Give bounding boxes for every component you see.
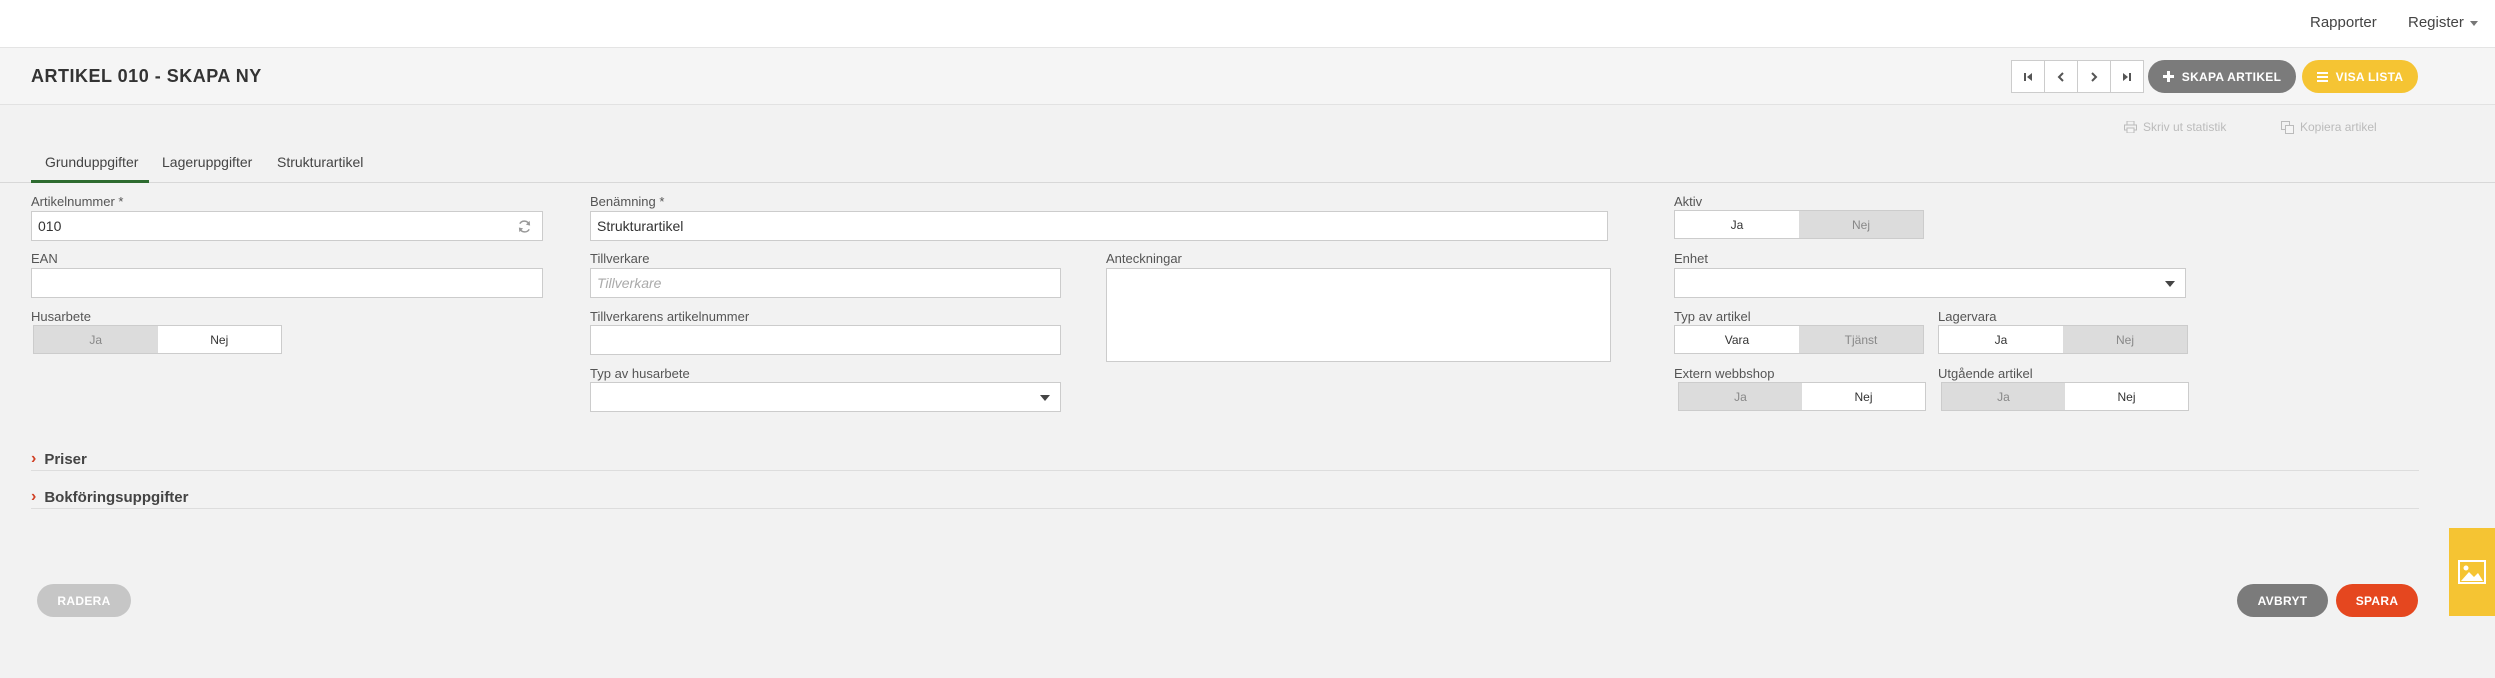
chevron-down-icon xyxy=(1040,395,1050,401)
first-page-icon xyxy=(2024,72,2032,81)
tab-divider xyxy=(0,182,2495,183)
active-tab-indicator xyxy=(31,180,149,183)
active-label: Aktiv xyxy=(1674,194,1703,209)
show-list-button[interactable]: VISA LISTA xyxy=(2302,60,2418,93)
image-icon xyxy=(2458,560,2486,584)
article-number-value: 010 xyxy=(38,218,62,234)
active-no-option[interactable]: Nej xyxy=(1799,211,1923,238)
name-label: Benämning * xyxy=(590,194,665,209)
husarbete-no-option[interactable]: Nej xyxy=(157,326,281,353)
print-icon xyxy=(2124,121,2137,133)
unit-label: Enhet xyxy=(1674,251,1708,266)
outgoing-article-toggle: Ja Nej xyxy=(1941,382,2189,411)
outgoing-article-label: Utgående artikel xyxy=(1938,366,2033,381)
name-value: Strukturartikel xyxy=(597,218,684,234)
tab-strukturartikel[interactable]: Strukturartikel xyxy=(277,154,363,170)
husarbete-toggle: Ja Nej xyxy=(33,325,282,354)
manufacturer-input[interactable]: Tillverkare xyxy=(590,268,1061,298)
chevron-right-icon: › xyxy=(31,450,37,467)
tab-grunduppgifter[interactable]: Grunduppgifter xyxy=(45,154,138,170)
page-background xyxy=(0,48,2495,678)
last-record-button[interactable] xyxy=(2110,60,2144,93)
external-webshop-no-option[interactable]: Nej xyxy=(1802,383,1925,410)
last-page-icon xyxy=(2123,72,2131,81)
name-input[interactable]: Strukturartikel xyxy=(590,211,1608,241)
create-article-button[interactable]: SKAPA ARTIKEL xyxy=(2148,60,2296,93)
unit-select[interactable] xyxy=(1674,268,2186,298)
save-button[interactable]: SPARA xyxy=(2336,584,2418,617)
manufacturer-label: Tillverkare xyxy=(590,251,650,266)
stock-item-yes-option[interactable]: Ja xyxy=(1939,326,2063,353)
external-webshop-yes-option[interactable]: Ja xyxy=(1679,383,1802,410)
nav-register-label: Register xyxy=(2408,14,2464,31)
chevron-right-icon: › xyxy=(31,488,37,505)
notes-label: Anteckningar xyxy=(1106,251,1182,266)
husarbete-type-select[interactable] xyxy=(590,382,1061,412)
stock-item-toggle: Ja Nej xyxy=(1938,325,2188,354)
image-panel-tab[interactable] xyxy=(2449,528,2495,616)
article-number-input[interactable]: 010 xyxy=(31,211,543,241)
tab-lageruppgifter[interactable]: Lageruppgifter xyxy=(162,154,252,170)
ean-label: EAN xyxy=(31,251,58,266)
print-statistics-link[interactable]: Skriv ut statistik xyxy=(2124,120,2226,134)
section-divider xyxy=(31,508,2419,509)
create-article-label: SKAPA ARTIKEL xyxy=(2181,69,2282,84)
next-icon xyxy=(2091,71,2098,82)
external-webshop-label: Extern webbshop xyxy=(1674,366,1775,381)
prev-icon xyxy=(2057,71,2064,82)
outgoing-article-yes-option[interactable]: Ja xyxy=(1942,383,2065,410)
copy-article-link[interactable]: Kopiera artikel xyxy=(2281,120,2377,134)
top-navbar: Rapporter Register xyxy=(0,0,2495,48)
external-webshop-toggle: Ja Nej xyxy=(1678,382,1926,411)
outgoing-article-no-option[interactable]: Nej xyxy=(2065,383,2188,410)
plus-icon xyxy=(2162,71,2174,82)
accounting-section-toggle[interactable]: › Bokföringsuppgifter xyxy=(31,488,188,506)
page-title: ARTIKEL 010 - SKAPA NY xyxy=(31,66,262,86)
copy-icon xyxy=(2281,120,2294,134)
print-statistics-label: Skriv ut statistik xyxy=(2143,120,2227,134)
article-type-label: Typ av artikel xyxy=(1674,309,1751,324)
cancel-button[interactable]: AVBRYT xyxy=(2237,584,2328,617)
manufacturer-article-number-input[interactable] xyxy=(590,325,1061,355)
copy-article-label: Kopiera artikel xyxy=(2300,120,2377,134)
chevron-down-icon xyxy=(2165,281,2175,287)
list-icon xyxy=(2316,71,2328,82)
notes-textarea[interactable] xyxy=(1106,268,1611,362)
refresh-icon[interactable] xyxy=(517,219,532,234)
article-type-service-option[interactable]: Tjänst xyxy=(1799,326,1923,353)
article-type-goods-option[interactable]: Vara xyxy=(1675,326,1799,353)
stock-item-label: Lagervara xyxy=(1938,309,1997,324)
accounting-section-title: Bokföringsuppgifter xyxy=(44,488,189,506)
delete-button[interactable]: RADERA xyxy=(37,584,131,617)
nav-register-dropdown[interactable]: Register xyxy=(2408,14,2478,31)
show-list-label: VISA LISTA xyxy=(2335,69,2404,84)
active-yes-option[interactable]: Ja xyxy=(1675,211,1799,238)
manufacturer-placeholder: Tillverkare xyxy=(597,275,662,291)
chevron-down-icon xyxy=(2469,20,2478,26)
active-toggle: Ja Nej xyxy=(1674,210,1924,239)
article-number-label: Artikelnummer * xyxy=(31,194,124,209)
next-record-button[interactable] xyxy=(2077,60,2111,93)
ean-input[interactable] xyxy=(31,268,543,298)
stock-item-no-option[interactable]: Nej xyxy=(2063,326,2187,353)
prices-section-toggle[interactable]: › Priser xyxy=(31,450,87,468)
nav-reports-link[interactable]: Rapporter xyxy=(2310,14,2377,31)
husarbete-label: Husarbete xyxy=(31,309,91,324)
previous-record-button[interactable] xyxy=(2044,60,2078,93)
manufacturer-article-number-label: Tillverkarens artikelnummer xyxy=(590,309,750,324)
prices-section-title: Priser xyxy=(44,450,87,468)
section-divider xyxy=(31,470,2419,471)
husarbete-type-label: Typ av husarbete xyxy=(590,366,690,381)
husarbete-yes-option[interactable]: Ja xyxy=(34,326,158,353)
first-record-button[interactable] xyxy=(2011,60,2045,93)
article-type-toggle: Vara Tjänst xyxy=(1674,325,1924,354)
